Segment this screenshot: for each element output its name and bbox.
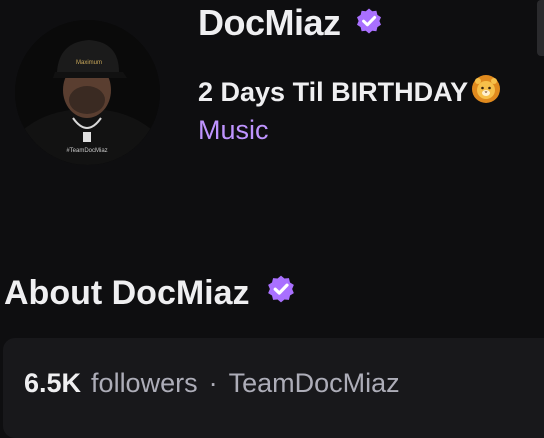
followers-count: 6.5K xyxy=(24,368,82,398)
about-heading-row: About DocMiaz xyxy=(4,274,296,313)
channel-avatar[interactable]: Maximum #TeamDocMiaz xyxy=(15,20,160,165)
verified-badge-icon xyxy=(355,2,383,44)
about-stats: 6.5K followers · TeamDocMiaz xyxy=(24,368,400,399)
team-link[interactable]: TeamDocMiaz xyxy=(229,368,400,399)
about-heading: About DocMiaz xyxy=(4,274,250,312)
channel-name[interactable]: DocMiaz xyxy=(198,2,341,44)
stats-separator: · xyxy=(208,368,218,398)
stream-title: 2 Days Til BIRTHDAY xyxy=(198,77,469,107)
stream-title-row: 2 Days Til BIRTHDAY xyxy=(198,74,501,111)
lion-face-icon xyxy=(471,74,501,111)
avatar-shirt-text: #TeamDocMiaz xyxy=(66,148,107,154)
channel-name-row: DocMiaz xyxy=(198,2,383,44)
avatar-cap-text: Maximum xyxy=(76,60,102,66)
avatar-photo: Maximum #TeamDocMiaz xyxy=(15,20,160,165)
side-panel-edge xyxy=(537,0,544,56)
category-link[interactable]: Music xyxy=(198,115,269,146)
verified-badge-icon xyxy=(266,274,296,313)
followers-label: followers xyxy=(91,368,198,398)
